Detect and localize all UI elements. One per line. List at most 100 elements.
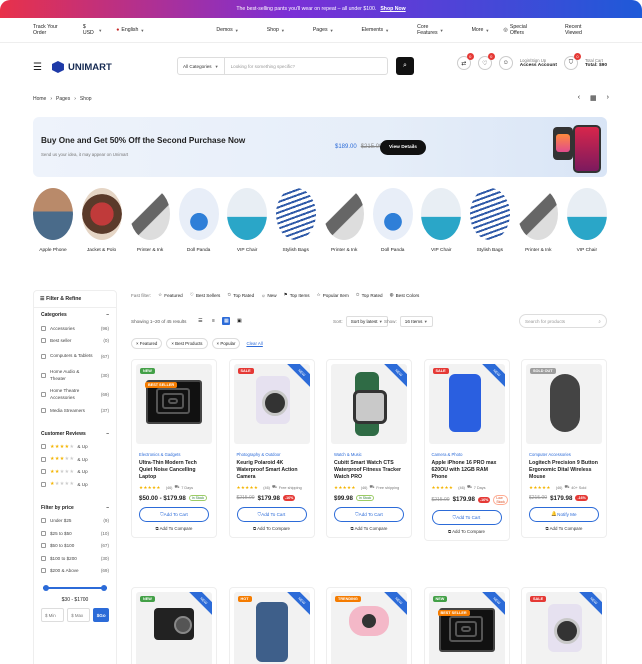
category-filter[interactable]: Best seller (0) [34,335,116,348]
product-image[interactable]: NEW [331,364,407,444]
active-filter-chip[interactable]: × Featured [131,338,163,349]
category-item[interactable]: Apple Phone [33,188,73,253]
product-category[interactable]: Watch & Music [334,452,404,457]
categories-section-header[interactable]: Categories – [34,308,116,322]
product-card[interactable]: HOT NEW [228,587,315,664]
checkbox[interactable] [41,338,46,344]
category-item[interactable]: Stylish Bags [275,188,316,253]
product-image[interactable]: NEW NEW [136,592,212,664]
wishlist-button[interactable]: ♡ 0 [477,53,495,70]
list-view-icon[interactable]: ☰ [196,317,204,325]
category-filter[interactable]: Media Streamers (37) [34,404,116,417]
sort-select[interactable]: Sort by latest ▼ [345,315,388,327]
add-to-compare-link[interactable]: ⧉ Add To Compare [432,529,502,534]
recent-viewed-link[interactable]: Recent Viewed [565,24,595,36]
category-filter[interactable]: Accessories (96) [34,322,116,335]
product-image[interactable]: NEW BEST SELLER [136,364,212,444]
product-image[interactable]: SALE NEW [428,364,505,444]
range-max-handle[interactable] [101,585,107,591]
checkbox[interactable] [41,543,46,549]
fast-filter-chip[interactable]: ⚑ Top Items [284,292,310,298]
checkbox[interactable] [41,392,46,397]
menu-icon[interactable]: ☰ [33,62,42,73]
chevron-left-icon[interactable]: ‹ [578,94,580,102]
breadcrumb-home[interactable]: Home [33,96,46,102]
product-category[interactable]: Camera & Photo [432,452,502,457]
nav-more[interactable]: More ▼ [472,24,490,36]
price-filter[interactable]: Under $25 (9) [34,515,116,528]
category-item[interactable]: Doll Panda [372,188,413,253]
account-button[interactable]: ☺ [498,56,513,70]
breadcrumb-pages[interactable]: Pages [56,96,70,102]
product-search-input[interactable]: Search for products ⌕ [519,314,607,328]
special-offers-link[interactable]: ◎ Special Offers [503,24,537,36]
search-input[interactable]: Looking for something specific? [225,64,295,69]
category-filter[interactable]: Home Theatre Accessories (69) [34,385,116,404]
active-filter-chip[interactable]: × Popular [211,338,241,349]
cart-button[interactable]: ⛉ 0 [563,53,581,70]
price-range-slider[interactable] [43,583,107,593]
fast-filter-chip[interactable]: ♡ Best Sellers [190,292,221,298]
add-to-cart-button[interactable]: ⛉ Add To Cart [236,506,307,522]
fast-filter-chip[interactable]: ✩ Top Rated [356,292,383,298]
category-item[interactable]: VIP Chair [566,188,607,253]
fast-filter-chip[interactable]: ☆ Featured [158,292,183,298]
product-card[interactable]: SALE NEW Photography & Outdoor Keurig Polar… [228,359,315,538]
product-name[interactable]: Logitech Precision 9 Button Ergonomic Di… [529,460,599,482]
add-to-compare-link[interactable]: ⧉ Add To Compare [529,526,599,531]
grid-icon[interactable]: ▦ [590,94,597,102]
search-category-select[interactable]: All Categories ▼ [178,58,225,74]
checkbox[interactable] [41,354,46,359]
category-item[interactable]: Stylish Bags [469,188,510,253]
category-item[interactable]: VIP Chair [421,188,462,253]
checkbox[interactable] [41,568,46,574]
nav-demos[interactable]: Demos ▼ [216,24,238,36]
checkbox[interactable] [41,444,46,450]
fast-filter-chip[interactable]: ☼ New [261,293,276,298]
product-card[interactable]: NEW BEST SELLER Electronics & Gadgets Ultra… [131,359,217,538]
add-to-cart-button[interactable]: ⛉ Add To Cart [334,506,404,522]
product-card[interactable]: SALE NEW [521,587,607,664]
price-filter[interactable]: $50 to $100 (67) [34,540,116,553]
price-section-header[interactable]: Filter by price – [34,501,116,515]
category-item[interactable]: Printer & Ink [130,188,171,253]
checkbox[interactable] [41,530,46,536]
add-to-cart-button[interactable]: ⛉ Add To Cart [431,509,502,525]
review-filter[interactable]: ★★★★★ & Up [34,466,116,479]
view-details-button[interactable]: View Details [380,140,426,155]
product-category[interactable]: Electronics & Gadgets [139,452,209,457]
track-order-link[interactable]: Track Your Order [33,24,69,36]
fast-filter-chip[interactable]: ◍ Best Colors [390,292,420,298]
max-price-input[interactable]: $ Max [67,608,91,622]
product-name[interactable]: Keurig Polaroid 4K Waterproof Smart Acti… [237,460,307,482]
category-filter[interactable]: Home Audio & Theater (30) [34,366,116,385]
nav-pages[interactable]: Pages ▼ [313,24,334,36]
product-image[interactable]: SOLD OUT [526,364,602,444]
search-button[interactable]: ⌕ [396,57,414,75]
product-category[interactable]: Photography & Outdoor [237,452,307,457]
review-filter[interactable]: ★★★★★ & Up [34,441,116,454]
min-price-input[interactable]: $ Min [41,608,65,622]
product-image[interactable]: SALE NEW [233,364,310,444]
product-card[interactable]: SALE NEW Camera & Photo Apple iPhone 16 PRO… [423,359,510,541]
account-link[interactable]: Login/Sign Up Access Account [520,58,557,68]
product-card[interactable]: NEW Watch & Music Cubitt Smart Watch CTS W… [326,359,412,538]
add-to-compare-link[interactable]: ⧉ Add To Compare [237,526,307,531]
product-image[interactable]: HOT NEW [233,592,310,664]
notify-me-button[interactable]: 🔔 Notify Me [529,506,599,522]
checkbox[interactable] [41,518,46,524]
add-to-compare-link[interactable]: ⧉ Add To Compare [139,526,209,531]
checkbox[interactable] [41,456,46,462]
category-item[interactable]: Printer & Ink [324,188,365,253]
price-filter[interactable]: $200 & Above (69) [34,565,116,578]
checkbox[interactable] [41,469,46,475]
product-card[interactable]: NEW NEW [131,587,217,664]
currency-select[interactable]: $ USD ▼ [83,24,102,36]
grid-view-icon[interactable]: ▦ [222,317,231,325]
category-filter[interactable]: Computers & Tablets (67) [34,347,116,366]
checkbox[interactable] [41,481,46,487]
language-select[interactable]: ● English ▼ [116,27,144,33]
nav-elements[interactable]: Elements ▼ [362,24,390,36]
compact-view-icon[interactable]: ≡ [209,317,217,325]
product-name[interactable]: Cubitt Smart Watch CTS Waterproof Fitnes… [334,460,404,482]
